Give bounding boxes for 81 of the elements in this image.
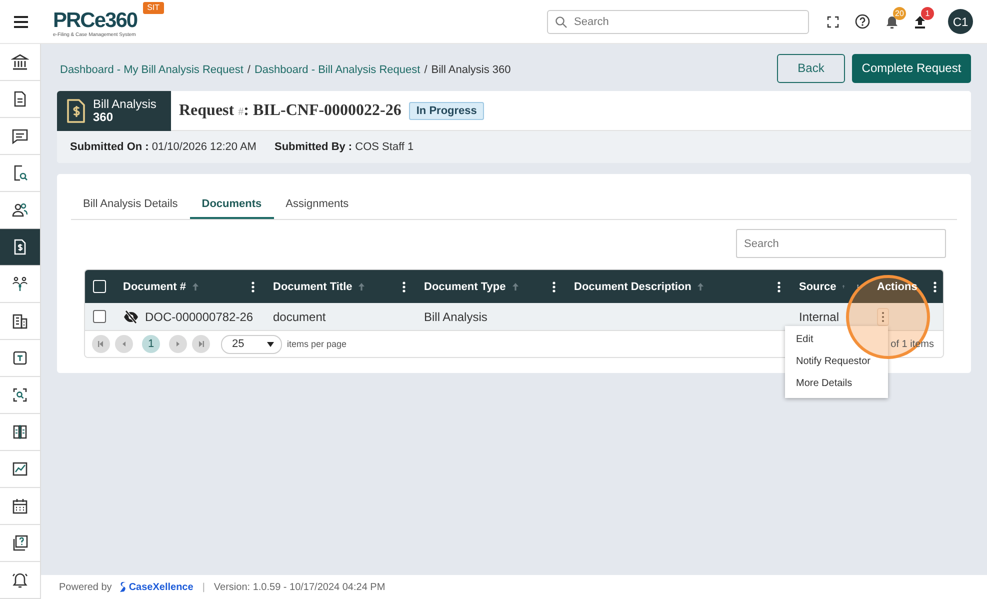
previous-page-icon[interactable] <box>115 335 133 353</box>
dropdown-caret-icon <box>267 342 274 346</box>
tab[interactable]: Documents <box>190 190 274 219</box>
module-subtitle: 360 <box>93 110 114 124</box>
search-icon <box>555 16 567 28</box>
column-header[interactable]: Document Title <box>273 280 352 292</box>
user-avatar[interactable]: C1 <box>948 9 973 34</box>
tab[interactable]: Assignments <box>274 190 361 219</box>
upload-count: 1 <box>921 6 934 20</box>
request-number: Request #: BIL-CNF-0000022-26 <box>179 102 402 120</box>
column-header[interactable]: Document Description <box>574 280 692 292</box>
footer-separator: | <box>202 582 205 592</box>
dollar-document-icon <box>65 98 87 124</box>
building-icon <box>11 312 29 330</box>
status-badge: In Progress <box>409 102 484 120</box>
calendar-icon <box>11 497 29 515</box>
people-icon <box>11 275 29 293</box>
column-menu-icon[interactable] <box>251 280 255 292</box>
fullscreen-icon[interactable] <box>827 16 839 28</box>
back-button[interactable]: Back <box>777 54 845 82</box>
next-page-icon[interactable] <box>169 335 187 353</box>
help-icon[interactable] <box>855 14 870 29</box>
row-actions-icon[interactable] <box>877 308 889 326</box>
menu-icon[interactable] <box>13 14 29 28</box>
users-icon <box>11 201 29 219</box>
environment-badge: SIT <box>143 2 164 14</box>
grid-search-field[interactable]: Search <box>736 229 946 258</box>
table-cell: Internal <box>799 310 840 324</box>
page-size-dropdown[interactable]: 25 <box>221 334 282 354</box>
select-all-checkbox[interactable] <box>93 280 106 293</box>
column-menu-icon[interactable] <box>402 280 406 292</box>
version-info: Version: 1.0.59 - 10/17/2024 04:24 PM <box>214 582 386 592</box>
menu-item[interactable]: More Details <box>785 373 888 395</box>
page-number[interactable]: 1 <box>142 335 160 353</box>
breadcrumb-link[interactable]: Dashboard - Bill Analysis Request <box>254 64 420 76</box>
menu-item[interactable]: Notify Requestor <box>785 351 888 373</box>
chat-icon <box>11 127 29 145</box>
column-menu-icon[interactable] <box>552 280 556 292</box>
app-logo: PRCe360 <box>53 10 138 32</box>
book-icon <box>11 423 29 441</box>
powered-by-label: Powered by <box>59 582 112 592</box>
bell-icon[interactable] <box>886 14 898 28</box>
breadcrumb-separator: / <box>247 64 250 76</box>
brand-logo-icon <box>118 581 128 593</box>
table-cell: DOC-000000782-26 <box>145 310 254 324</box>
column-header[interactable]: Document # <box>123 280 186 292</box>
search-field[interactable]: Search <box>547 10 809 34</box>
help-document-icon <box>11 534 29 552</box>
module-title: Bill Analysis <box>93 98 156 110</box>
first-page-icon[interactable] <box>92 335 110 353</box>
hidden-eye-icon[interactable] <box>123 310 139 324</box>
page-size-label: items per page <box>287 339 347 349</box>
table-cell: Bill Analysis <box>424 310 488 324</box>
table-cell: document <box>273 310 326 324</box>
sort-icon[interactable] <box>358 282 366 291</box>
breadcrumb-current: Bill Analysis 360 <box>431 64 511 76</box>
breadcrumb-link[interactable]: Dashboard - My Bill Analysis Request <box>60 64 244 76</box>
sort-icon[interactable] <box>697 282 704 291</box>
sidebar-item[interactable] <box>0 229 40 266</box>
scan-icon <box>11 386 29 404</box>
bank-icon <box>11 53 29 71</box>
complete-request-button[interactable]: Complete Request <box>852 54 971 82</box>
sort-icon[interactable] <box>512 282 519 291</box>
column-menu-icon[interactable] <box>933 280 937 292</box>
brand-name: CaseXellence <box>128 582 194 592</box>
sort-icon[interactable] <box>192 282 199 291</box>
text-document-icon <box>11 349 29 367</box>
tab[interactable]: Bill Analysis Details <box>71 190 190 219</box>
row-checkbox[interactable] <box>93 310 106 323</box>
notification-count: 20 <box>893 6 906 20</box>
column-header[interactable]: Document Type <box>424 280 506 292</box>
column-header[interactable]: Source <box>799 280 836 292</box>
column-menu-icon[interactable] <box>777 280 781 292</box>
meta-field: Submitted On : 01/10/2026 12:20 AM <box>70 141 256 153</box>
upload-icon[interactable] <box>914 14 926 28</box>
alarm-icon <box>11 571 29 589</box>
breadcrumb-separator: / <box>424 64 428 76</box>
last-page-icon[interactable] <box>192 335 210 353</box>
chart-icon <box>11 460 29 478</box>
menu-item[interactable]: Edit <box>785 329 888 351</box>
meta-field: Submitted By : COS Staff 1 <box>274 141 414 153</box>
